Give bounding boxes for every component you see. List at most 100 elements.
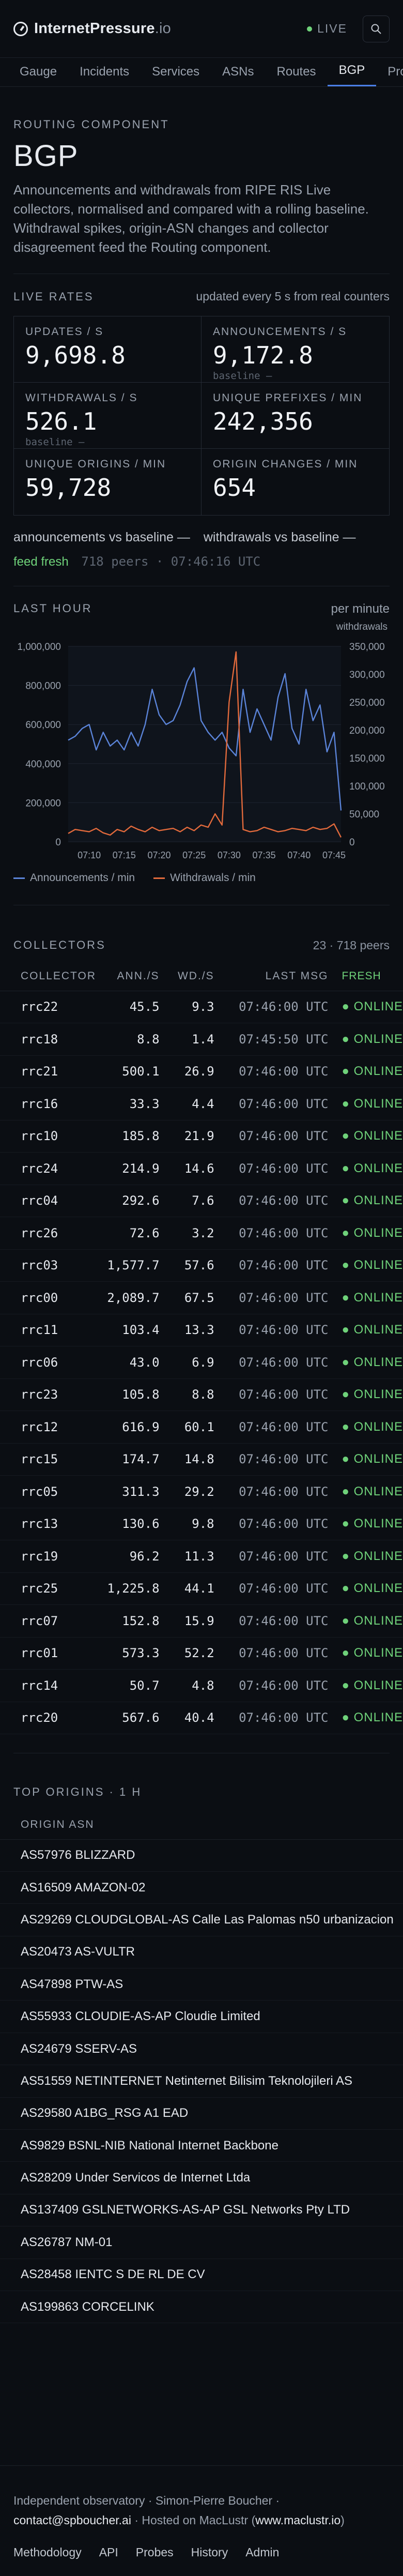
tab-incidents[interactable]: Incidents [68, 65, 141, 86]
tab-gauge[interactable]: Gauge [13, 65, 68, 86]
tab-routes[interactable]: Routes [266, 65, 328, 86]
collector-name: rrc15 [0, 1443, 101, 1476]
table-row[interactable]: AS57976 BLIZZARD [0, 1839, 403, 1872]
column-header[interactable]: COLLECTOR [0, 962, 101, 991]
collector-name: rrc11 [0, 1314, 101, 1346]
rate-card: ORIGIN CHANGES / MIN 654 [202, 449, 389, 515]
maclustr-link[interactable]: www.maclustr.io [255, 2513, 340, 2527]
withdrawals-rate: 26.9 [161, 1055, 216, 1088]
rate-label: UNIQUE PREFIXES / MIN [213, 392, 363, 404]
fresh-status: ● ONLINE [330, 1702, 403, 1734]
table-row[interactable]: rrc15 174.7 14.8 07:46:00 UTC ● ONLINE [0, 1443, 403, 1476]
rate-baseline: baseline — [25, 436, 85, 448]
table-row[interactable]: AS29269 CLOUDGLOBAL-AS Calle Las Palomas… [0, 1903, 403, 1936]
y2-tick-label: 350,000 [349, 642, 385, 653]
table-row[interactable]: rrc00 2,089.7 67.5 07:46:00 UTC ● ONLINE [0, 1281, 403, 1314]
column-header[interactable]: ANN./S [101, 962, 162, 991]
table-row[interactable]: AS16509 AMAZON-02 [0, 1871, 403, 1904]
table-row[interactable]: rrc06 43.0 6.9 07:46:00 UTC ● ONLINE [0, 1346, 403, 1379]
table-row[interactable]: rrc01 573.3 52.2 07:46:00 UTC ● ONLINE [0, 1637, 403, 1670]
tab-pro[interactable]: Pro [376, 65, 403, 86]
table-row[interactable]: rrc26 72.6 3.2 07:46:00 UTC ● ONLINE [0, 1217, 403, 1250]
table-row[interactable]: AS51559 NETINTERNET Netinternet Bilisim … [0, 2065, 403, 2098]
footer-link-methodology[interactable]: Methodology [13, 2545, 82, 2559]
collectors-heading: COLLECTORS [13, 938, 106, 951]
origin-asn: AS29269 CLOUDGLOBAL-AS Calle Las Palomas… [0, 1903, 403, 1936]
footer-paren: ) [340, 2513, 345, 2527]
table-row[interactable]: rrc20 567.6 40.4 07:46:00 UTC ● ONLINE [0, 1702, 403, 1734]
withdrawals-rate: 29.2 [161, 1475, 216, 1508]
table-row[interactable]: rrc16 33.3 4.4 07:46:00 UTC ● ONLINE [0, 1087, 403, 1120]
withdrawals-rate: 13.3 [161, 1314, 216, 1346]
table-row[interactable]: AS28209 Under Servicos de Internet Ltda [0, 2161, 403, 2194]
table-row[interactable]: rrc18 8.8 1.4 07:45:50 UTC ● ONLINE [0, 1023, 403, 1056]
search-button[interactable] [363, 15, 390, 42]
table-row[interactable]: rrc07 152.8 15.9 07:46:00 UTC ● ONLINE [0, 1604, 403, 1638]
table-row[interactable]: AS47898 PTW-AS [0, 1968, 403, 2001]
table-row[interactable]: rrc10 185.8 21.9 07:46:00 UTC ● ONLINE [0, 1120, 403, 1153]
announcements-rate: 573.3 [101, 1637, 162, 1670]
table-row[interactable]: AS199863 CORCELINK [0, 2291, 403, 2324]
table-row[interactable]: rrc03 1,577.7 57.6 07:46:00 UTC ● ONLINE [0, 1249, 403, 1282]
rate-label: UPDATES / S [25, 326, 104, 338]
column-header[interactable]: FRESH [330, 962, 403, 991]
origin-asn: AS199863 CORCELINK [0, 2291, 403, 2324]
search-icon [371, 24, 381, 34]
origin-asn: AS55933 CLOUDIE-AS-AP Cloudie Limited [0, 2000, 403, 2033]
table-row[interactable]: rrc25 1,225.8 44.1 07:46:00 UTC ● ONLINE [0, 1572, 403, 1605]
x-tick-label: 07:30 [218, 850, 241, 860]
rate-value: 654 [213, 474, 256, 502]
table-row[interactable]: AS28458 IENTC S DE RL DE CV [0, 2259, 403, 2291]
footer-link-history[interactable]: History [191, 2545, 228, 2559]
collector-name: rrc25 [0, 1572, 101, 1605]
column-header[interactable]: LAST MSG [216, 962, 331, 991]
column-header[interactable]: WD./S [161, 962, 216, 991]
table-row[interactable]: AS9829 BSNL-NIB National Internet Backbo… [0, 2129, 403, 2162]
brand-logo[interactable]: InternetPressure.io [13, 20, 171, 37]
table-row[interactable]: AS26787 NM-01 [0, 2226, 403, 2259]
tab-services[interactable]: Services [141, 65, 211, 86]
table-row[interactable]: rrc11 103.4 13.3 07:46:00 UTC ● ONLINE [0, 1314, 403, 1346]
footer-link-probes[interactable]: Probes [136, 2545, 174, 2559]
legend-withdrawals: Withdrawals / min [153, 872, 256, 884]
origin-asn: AS47898 PTW-AS [0, 1968, 403, 2001]
last-message: 07:46:00 UTC [216, 1572, 331, 1605]
table-row[interactable]: rrc24 214.9 14.6 07:46:00 UTC ● ONLINE [0, 1152, 403, 1185]
y2-tick-label: 250,000 [349, 698, 385, 708]
table-row[interactable]: rrc05 311.3 29.2 07:46:00 UTC ● ONLINE [0, 1475, 403, 1508]
fresh-status: ● ONLINE [330, 1604, 403, 1638]
chart-unit: per minute [331, 602, 390, 616]
footer-link-api[interactable]: API [99, 2545, 118, 2559]
announcements-rate: 185.8 [101, 1120, 162, 1153]
table-row[interactable]: AS137409 GSLNETWORKS-AS-AP GSL Networks … [0, 2194, 403, 2227]
fresh-status: ● ONLINE [330, 1378, 403, 1411]
table-row[interactable]: rrc19 96.2 11.3 07:46:00 UTC ● ONLINE [0, 1540, 403, 1573]
legend-swatch-withdrawals [153, 877, 165, 879]
tab-bgp[interactable]: BGP [327, 63, 377, 86]
collector-name: rrc04 [0, 1185, 101, 1217]
origin-asn: AS28209 Under Servicos de Internet Ltda [0, 2161, 403, 2194]
table-row[interactable]: rrc13 130.6 9.8 07:46:00 UTC ● ONLINE [0, 1508, 403, 1540]
last-message: 07:46:00 UTC [216, 1475, 331, 1508]
last-message: 07:46:00 UTC [216, 1314, 331, 1346]
table-row[interactable]: rrc12 616.9 60.1 07:46:00 UTC ● ONLINE [0, 1411, 403, 1444]
tab-asns[interactable]: ASNs [211, 65, 265, 86]
contact-email-link[interactable]: contact@spboucher.ai [13, 2513, 131, 2527]
withdrawals-rate: 11.3 [161, 1540, 216, 1573]
table-row[interactable]: rrc23 105.8 8.8 07:46:00 UTC ● ONLINE [0, 1378, 403, 1411]
collector-name: rrc21 [0, 1055, 101, 1088]
y-tick-label: 1,000,000 [17, 642, 61, 653]
table-row[interactable]: AS55933 CLOUDIE-AS-AP Cloudie Limited [0, 2000, 403, 2033]
table-row[interactable]: rrc04 292.6 7.6 07:46:00 UTC ● ONLINE [0, 1185, 403, 1217]
origin-asn: AS57976 BLIZZARD [0, 1839, 403, 1872]
table-row[interactable]: rrc22 45.5 9.3 07:46:00 UTC ● ONLINE [0, 991, 403, 1023]
footer-link-admin[interactable]: Admin [245, 2545, 279, 2559]
table-row[interactable]: AS24679 SSERV-AS [0, 2033, 403, 2066]
table-row[interactable]: AS29580 A1BG_RSG A1 EAD [0, 2097, 403, 2130]
withdrawals-rate: 52.2 [161, 1637, 216, 1670]
table-row[interactable]: AS20473 AS-VULTR [0, 1936, 403, 1969]
withdrawals-rate: 67.5 [161, 1281, 216, 1314]
table-row[interactable]: rrc14 50.7 4.8 07:46:00 UTC ● ONLINE [0, 1669, 403, 1702]
announcements-rate: 33.3 [101, 1087, 162, 1120]
table-row[interactable]: rrc21 500.1 26.9 07:46:00 UTC ● ONLINE [0, 1055, 403, 1088]
